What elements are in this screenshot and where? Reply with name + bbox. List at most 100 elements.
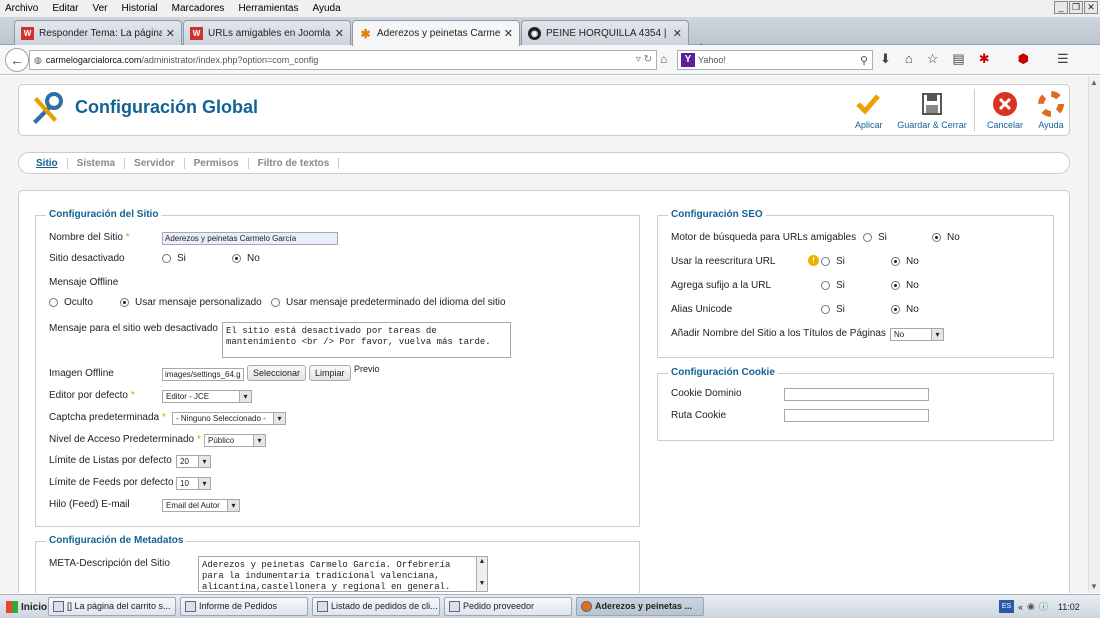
taskbar-item-active[interactable]: Aderezos y peinetas ... [576, 597, 704, 616]
offline-yes-radio[interactable]: Si [162, 253, 186, 264]
taskbar-item[interactable]: Pedido proveedor [444, 597, 572, 616]
search-icon[interactable]: ⚲ [860, 54, 868, 67]
scroll-down-icon[interactable]: ▼ [1090, 582, 1098, 591]
tab-sitio[interactable]: Sitio [27, 157, 68, 169]
menu-marcadores[interactable]: Marcadores [172, 3, 225, 14]
url-bar[interactable]: ◍ carmelogarcialorca.com/administrator/i… [29, 50, 657, 70]
browser-tab-1[interactable]: W Responder Tema: La página d... ✕ [14, 20, 182, 45]
restore-icon[interactable]: ❐ [1069, 1, 1083, 14]
yes-label: Si [836, 304, 845, 315]
tab-permisos[interactable]: Permisos [185, 157, 249, 169]
suffix-yes-radio[interactable]: Si [821, 280, 845, 291]
menu-herramientas[interactable]: Herramientas [238, 3, 298, 14]
sef-yes-radio[interactable]: Si [863, 232, 887, 243]
browser-tab-4[interactable]: ◉ PEINE HORQUILLA 4354 | Ad... ✕ [521, 20, 689, 45]
close-window-icon[interactable]: ✕ [1084, 1, 1098, 14]
site-name-input[interactable]: Aderezos y peinetas Carmelo García [162, 232, 338, 245]
captcha-select[interactable]: - Ninguno Seleccionado - [172, 412, 286, 425]
select-image-button[interactable]: Seleccionar [247, 365, 307, 381]
menu-ver[interactable]: Ver [92, 3, 107, 14]
textarea-scrollbar[interactable]: ▲ ▼ [476, 557, 487, 591]
list-limit-select[interactable]: 20 [176, 455, 211, 468]
warning-icon: ! [808, 255, 819, 266]
network-icon[interactable]: ◉ [1027, 601, 1035, 612]
tab-filtro-textos[interactable]: Filtro de textos [249, 157, 340, 169]
tab-servidor[interactable]: Servidor [125, 157, 185, 169]
editor-select[interactable]: Editor - JCE [162, 390, 252, 403]
no-label: No [906, 304, 919, 315]
taskbar-item[interactable]: [] La página del carrito s... [48, 597, 176, 616]
unicode-no-radio[interactable]: No [891, 304, 919, 315]
tools-icon [33, 92, 63, 124]
offline-image-input[interactable]: images/settings_64.g [162, 368, 244, 381]
close-tab-icon[interactable]: ✕ [166, 27, 175, 40]
feed-email-select[interactable]: Email del Autor [162, 499, 240, 512]
tab-sistema[interactable]: Sistema [68, 157, 126, 169]
page-scrollbar[interactable]: ▲ ▼ [1088, 76, 1100, 593]
download-icon[interactable]: ⬇ [880, 51, 891, 67]
minimize-icon[interactable]: _ [1054, 1, 1068, 14]
language-indicator[interactable]: ES [999, 600, 1014, 613]
message-custom-radio[interactable]: Usar mensaje personalizado [120, 297, 262, 308]
help-button[interactable]: Ayuda [1037, 91, 1065, 130]
back-arrow-icon[interactable]: ← [5, 48, 29, 72]
access-level-select[interactable]: Público [204, 434, 266, 447]
captcha-label: Captcha predeterminada * [49, 412, 166, 423]
site-favicon-icon: W [21, 26, 34, 40]
save-close-button[interactable]: Guardar & Cerrar [897, 91, 967, 130]
taskbar-item[interactable]: Listado de pedidos de cli... [312, 597, 440, 616]
rewrite-yes-radio[interactable]: Si [821, 256, 845, 267]
close-tab-icon[interactable]: ✕ [673, 27, 682, 40]
home-site-icon[interactable]: ⌂ [660, 52, 667, 66]
bookmark-star-icon[interactable]: ☆ [927, 51, 939, 67]
rewrite-no-radio[interactable]: No [891, 256, 919, 267]
meta-description-textarea[interactable]: Aderezos y peinetas Carmelo García. Orfe… [198, 556, 488, 592]
addon-icon[interactable]: ✱ [979, 51, 990, 67]
list-limit-label: Límite de Listas por defecto [49, 455, 172, 466]
info-icon[interactable]: ⓘ [1039, 600, 1048, 613]
menu-ayuda[interactable]: Ayuda [312, 3, 340, 14]
radio-selected-icon [891, 257, 900, 266]
sef-no-radio[interactable]: No [932, 232, 960, 243]
meta-description-label: META-Descripción del Sitio [49, 558, 170, 569]
message-hidden-radio[interactable]: Oculto [49, 297, 93, 308]
browser-tab-2[interactable]: W URLs amigables en Joomla! - ... ✕ [183, 20, 351, 45]
taskbar-item[interactable]: Informe de Pedidos [180, 597, 308, 616]
offline-no-radio[interactable]: No [232, 253, 260, 264]
window-icon [317, 601, 328, 612]
menu-editar[interactable]: Editar [52, 3, 78, 14]
reload-icon[interactable]: ▿ ↻ [636, 54, 652, 65]
help-label: Ayuda [1038, 120, 1064, 130]
tray-expand-icon[interactable]: « [1018, 602, 1023, 612]
search-bar[interactable]: Y Yahoo! ⚲ [677, 50, 873, 70]
preview-label: Previo [354, 364, 380, 374]
url-path: /administrator/index.php?option=com_conf… [141, 55, 319, 65]
bookmarks-list-icon[interactable]: ▤ [952, 51, 964, 67]
scroll-up-icon[interactable]: ▲ [1090, 78, 1098, 87]
sitename-titles-select[interactable]: No [890, 328, 944, 341]
menu-archivo[interactable]: Archivo [5, 3, 38, 14]
suffix-no-radio[interactable]: No [891, 280, 919, 291]
apply-button[interactable]: Aplicar [855, 91, 883, 130]
feed-limit-select[interactable]: 10 [176, 477, 211, 490]
save-icon [922, 93, 942, 115]
close-tab-icon[interactable]: ✕ [504, 27, 513, 40]
unicode-yes-radio[interactable]: Si [821, 304, 845, 315]
abp-icon[interactable]: ⬢ [1018, 51, 1029, 67]
message-default-radio[interactable]: Usar mensaje predeterminado del idioma d… [271, 297, 506, 308]
clock[interactable]: 11:02 [1058, 602, 1080, 612]
cookie-path-input[interactable] [784, 409, 929, 422]
close-tab-icon[interactable]: ✕ [335, 27, 344, 40]
menu-historial[interactable]: Historial [122, 3, 158, 14]
cookie-domain-input[interactable] [784, 388, 929, 401]
window-icon [449, 601, 460, 612]
start-button[interactable]: Inicio [2, 598, 51, 616]
clear-image-button[interactable]: Limpiar [309, 365, 351, 381]
cancel-button[interactable]: Cancelar [985, 91, 1025, 130]
browser-tab-3[interactable]: ✱ Aderezos y peinetas Carmelo ... ✕ [352, 20, 520, 46]
home-icon[interactable]: ⌂ [905, 51, 913, 67]
radio-selected-icon [932, 233, 941, 242]
offline-text-textarea[interactable]: El sitio está desactivado por tareas de … [222, 322, 511, 358]
menu-icon[interactable]: ☰ [1057, 51, 1069, 67]
start-label: Inicio [21, 601, 48, 613]
